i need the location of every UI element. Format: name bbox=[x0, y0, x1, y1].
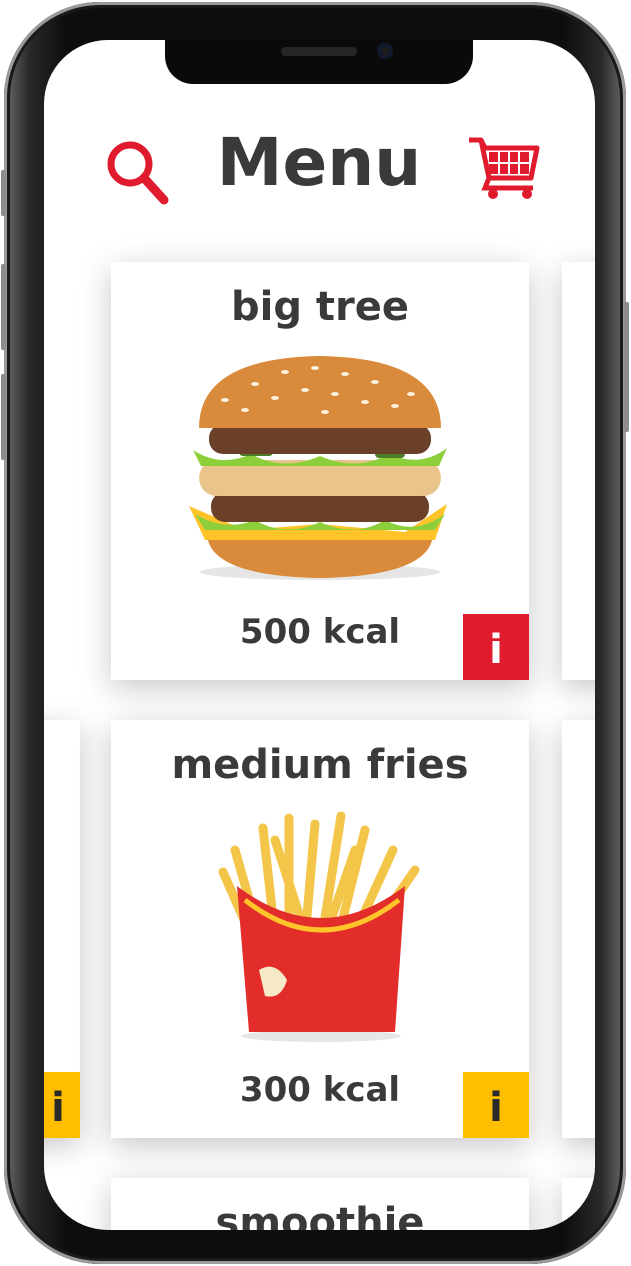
item-name: smoothie bbox=[215, 1200, 425, 1230]
side-card-right-3[interactable] bbox=[562, 1178, 595, 1230]
info-button[interactable]: i bbox=[44, 1072, 80, 1138]
notch bbox=[165, 40, 473, 84]
header: Menu bbox=[44, 124, 595, 208]
screen: Menu i big tree 500 kcal i medium fries … bbox=[44, 40, 595, 1230]
info-label: i bbox=[489, 627, 503, 673]
info-label: i bbox=[489, 1085, 503, 1131]
menu-card-burger[interactable]: big tree 500 kcal i bbox=[111, 262, 529, 680]
fries-image bbox=[215, 810, 427, 1042]
info-button[interactable]: i bbox=[463, 614, 529, 680]
menu-card-fries[interactable]: medium fries 300 kcal i bbox=[111, 720, 529, 1138]
cart-icon[interactable] bbox=[467, 134, 541, 200]
side-card-right-2[interactable] bbox=[562, 720, 595, 1138]
front-camera bbox=[377, 43, 393, 59]
volume-down-button bbox=[1, 374, 6, 460]
power-button bbox=[624, 302, 629, 432]
volume-up-button bbox=[1, 264, 6, 350]
menu-card-smoothie[interactable]: smoothie bbox=[111, 1178, 529, 1230]
item-name: big tree bbox=[230, 284, 409, 330]
speaker bbox=[281, 47, 357, 56]
page-title: Menu bbox=[216, 124, 422, 201]
side-card-right-1[interactable] bbox=[562, 262, 595, 680]
search-icon[interactable] bbox=[104, 138, 174, 208]
side-card-left[interactable]: i bbox=[44, 720, 80, 1138]
mute-switch bbox=[1, 170, 6, 216]
info-button[interactable]: i bbox=[463, 1072, 529, 1138]
phone-frame: Menu i big tree 500 kcal i medium fries … bbox=[1, 2, 629, 1264]
info-label: i bbox=[51, 1085, 65, 1131]
burger-image bbox=[185, 354, 455, 584]
item-name: medium fries bbox=[171, 742, 469, 788]
